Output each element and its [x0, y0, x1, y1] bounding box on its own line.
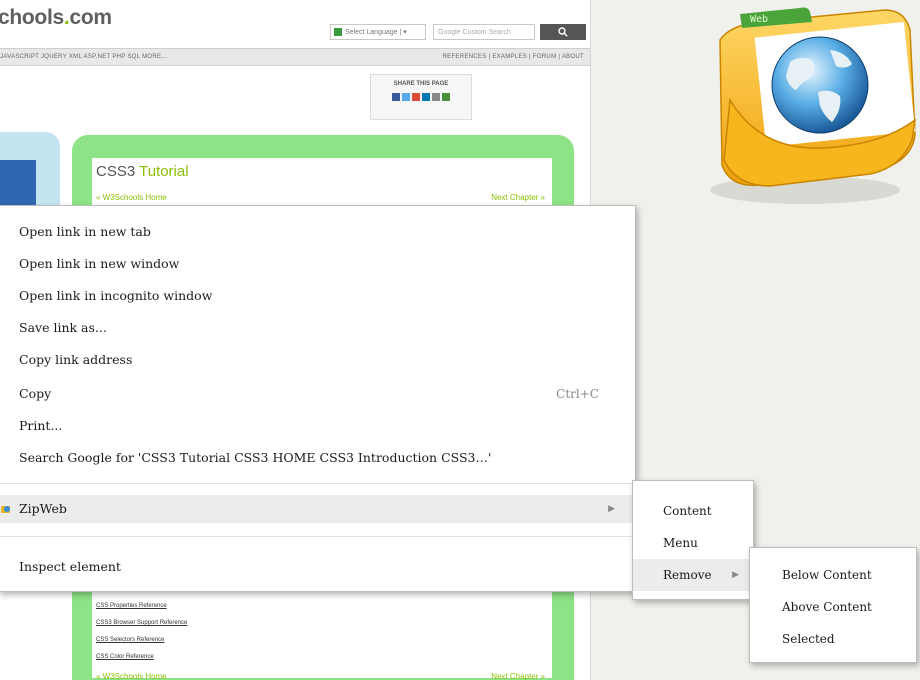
next-chapter-link[interactable]: Next Chapter »	[491, 193, 545, 202]
bookmark-icon[interactable]	[442, 93, 450, 101]
facebook-icon[interactable]	[392, 93, 400, 101]
submenu-arrow-icon: ▶	[608, 504, 615, 514]
menu-item-print[interactable]: Print...	[0, 412, 635, 440]
menu-item-save-link[interactable]: Save link as...	[0, 314, 635, 342]
zipweb-submenu: Content Menu Remove ▶	[632, 480, 754, 600]
share-title: SHARE THIS PAGE	[393, 81, 449, 87]
web-folder-icon: Web	[710, 7, 917, 204]
search-button[interactable]	[540, 24, 586, 40]
prev-link-bottom[interactable]: « W3Schools Home	[96, 672, 167, 680]
submenu-item-menu[interactable]: Menu	[633, 527, 753, 559]
share-icons	[371, 93, 471, 103]
menu-item-search-google[interactable]: Search Google for 'CSS3 Tutorial CSS3 HO…	[0, 444, 635, 472]
twitter-icon[interactable]	[402, 93, 410, 101]
menu-item-zipweb[interactable]: ZipWeb ▶	[0, 495, 635, 523]
submenu-item-above-content[interactable]: Above Content	[750, 591, 916, 623]
submenu-arrow-icon: ▶	[732, 570, 739, 580]
page-title: CSS3 Tutorial	[96, 163, 189, 180]
menu-separator	[0, 536, 635, 537]
menu-separator	[0, 483, 635, 484]
zipweb-icon	[1, 506, 10, 513]
nav-right-links[interactable]: REFERENCES | EXAMPLES | FORUM | ABOUT	[443, 49, 584, 65]
top-navigation: JAVASCRIPT JQUERY XML ASP.NET PHP SQL MO…	[0, 48, 590, 66]
folder-label: Web	[750, 14, 768, 25]
search-icon	[558, 27, 568, 37]
share-box: SHARE THIS PAGE	[370, 74, 472, 120]
submenu-item-content[interactable]: Content	[633, 495, 753, 527]
google-translate-icon	[334, 28, 342, 37]
menu-item-open-incognito[interactable]: Open link in incognito window	[0, 282, 635, 310]
remove-submenu: Below Content Above Content Selected	[749, 547, 917, 663]
linkedin-icon[interactable]	[422, 93, 430, 101]
search-input[interactable]: Google Custom Search	[433, 24, 535, 40]
menu-item-inspect-element[interactable]: Inspect element	[0, 553, 635, 581]
submenu-item-remove[interactable]: Remove ▶	[633, 559, 753, 591]
language-select[interactable]: Select Language | ▾	[330, 24, 426, 40]
submenu-item-selected[interactable]: Selected	[750, 623, 916, 655]
menu-item-copy[interactable]: Copy Ctrl+C	[0, 380, 635, 408]
next-chapter-link-bottom[interactable]: Next Chapter »	[491, 672, 545, 680]
ref-link[interactable]: CSS3 Browser Support Reference	[96, 620, 187, 626]
menu-item-copy-link[interactable]: Copy link address	[0, 346, 635, 374]
ref-link[interactable]: CSS Selectors Reference	[96, 637, 164, 643]
prev-link[interactable]: « W3Schools Home	[96, 193, 167, 202]
shortcut-label: Ctrl+C	[556, 387, 599, 401]
nav-left-links[interactable]: JAVASCRIPT JQUERY XML ASP.NET PHP SQL MO…	[0, 49, 167, 65]
menu-item-open-new-tab[interactable]: Open link in new tab	[0, 218, 635, 246]
ref-link[interactable]: CSS Color Reference	[96, 654, 154, 660]
menu-item-open-new-window[interactable]: Open link in new window	[0, 250, 635, 278]
email-icon[interactable]	[432, 93, 440, 101]
submenu-item-below-content[interactable]: Below Content	[750, 559, 916, 591]
site-logo[interactable]: chools.com	[0, 6, 112, 30]
google-plus-icon[interactable]	[412, 93, 420, 101]
ref-link[interactable]: CSS Properties Reference	[96, 603, 167, 609]
context-menu: Open link in new tab Open link in new wi…	[0, 205, 636, 592]
